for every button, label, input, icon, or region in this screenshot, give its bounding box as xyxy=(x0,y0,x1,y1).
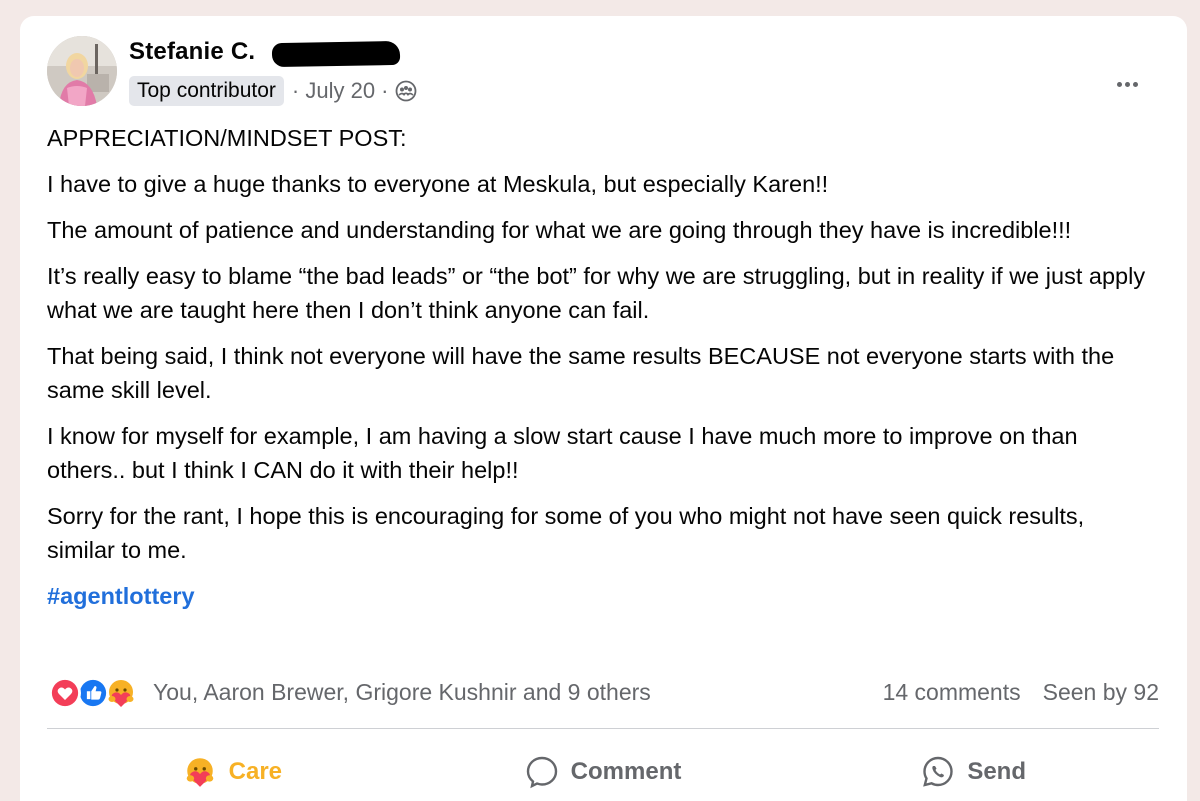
care-label: Care xyxy=(228,758,283,785)
top-contributor-badge[interactable]: Top contributor xyxy=(129,76,284,106)
comment-label: Comment xyxy=(570,758,682,785)
like-icon xyxy=(77,677,109,709)
post-body: APPRECIATION/MINDSET POST: I have to giv… xyxy=(47,121,1157,613)
post-stats: 14 comments Seen by 92 xyxy=(883,679,1159,706)
post-paragraph: Sorry for the rant, I hope this is encou… xyxy=(47,503,1085,563)
care-button[interactable]: Care xyxy=(47,744,418,800)
post-paragraph: The amount of patience and understanding… xyxy=(47,217,1072,243)
dot-icon xyxy=(1116,81,1122,87)
post-header: Stefanie C. Top contributor · July 20 · xyxy=(47,36,1167,106)
dot-icon xyxy=(1132,81,1138,87)
hashtag-link[interactable]: #agentlottery xyxy=(47,579,1157,613)
reaction-icons[interactable] xyxy=(49,677,149,709)
post-paragraph: APPRECIATION/MINDSET POST: xyxy=(47,125,407,151)
love-icon xyxy=(49,677,81,709)
avatar[interactable] xyxy=(47,36,117,106)
comment-icon xyxy=(526,756,557,789)
group-icon xyxy=(395,80,416,102)
comment-button[interactable]: Comment xyxy=(418,744,789,800)
redaction-mark xyxy=(271,40,401,68)
post-meta: Top contributor · July 20 · xyxy=(129,74,417,108)
care-icon xyxy=(108,680,134,707)
seen-by-count[interactable]: Seen by 92 xyxy=(1043,679,1159,706)
reactors-text[interactable]: You, Aaron Brewer, Grigore Kushnir and 9… xyxy=(153,679,651,706)
post-paragraph: I know for myself for example, I am havi… xyxy=(47,423,1078,483)
comments-count[interactable]: 14 comments xyxy=(883,679,1021,706)
post-paragraph: I have to give a huge thanks to everyone… xyxy=(47,171,829,197)
author-name[interactable]: Stefanie C. xyxy=(129,38,255,66)
send-button[interactable]: Send xyxy=(788,744,1159,800)
reactions-row: You, Aaron Brewer, Grigore Kushnir and 9… xyxy=(47,675,1159,711)
send-label: Send xyxy=(967,758,1027,785)
post-paragraph: That being said, I think not everyone wi… xyxy=(47,343,1115,403)
whatsapp-icon xyxy=(923,756,954,787)
post-paragraph: It’s really easy to blame “the bad leads… xyxy=(47,263,1146,323)
post-date[interactable]: · July 20 · xyxy=(292,78,389,104)
action-bar: Care Comment Send xyxy=(47,744,1159,800)
divider xyxy=(47,728,1159,729)
care-icon xyxy=(186,758,213,787)
more-options-button[interactable] xyxy=(1111,74,1143,94)
dot-icon xyxy=(1124,81,1130,87)
post-card: Stefanie C. Top contributor · July 20 · … xyxy=(20,16,1187,801)
